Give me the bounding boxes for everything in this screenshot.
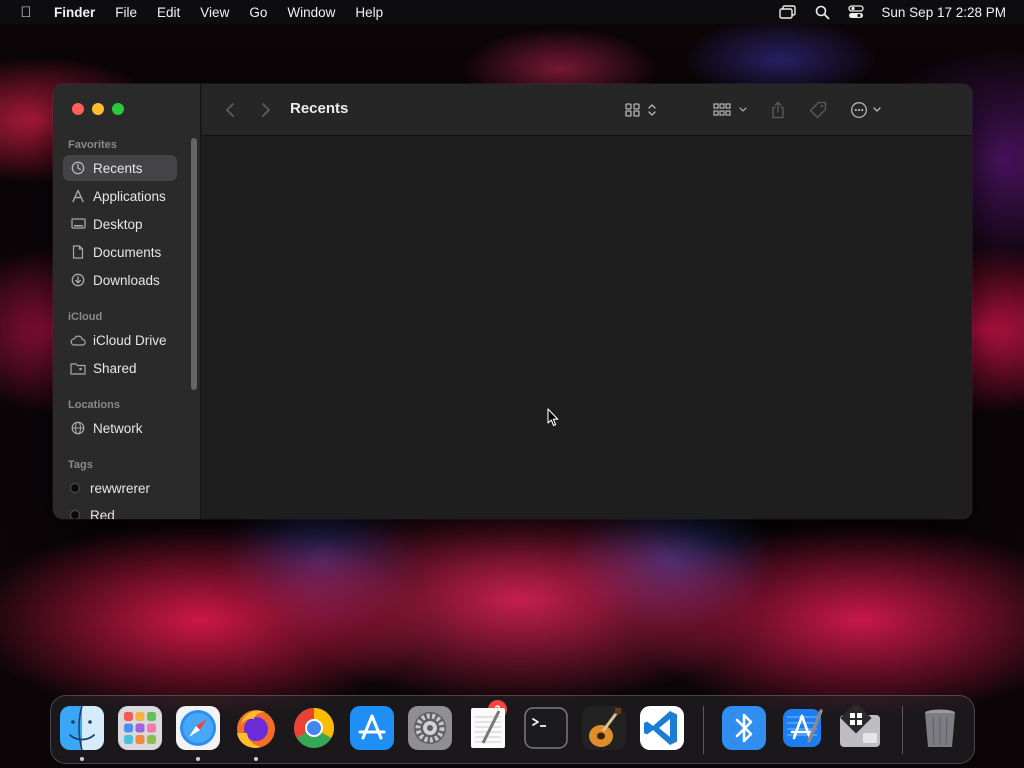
menu-help[interactable]: Help	[345, 5, 393, 20]
dock-app-store-icon[interactable]	[349, 705, 395, 751]
dock-launchpad-icon[interactable]	[117, 705, 163, 751]
running-indicator	[254, 757, 258, 761]
dock-safari-icon[interactable]	[175, 705, 221, 751]
menu-bar:  Finder File Edit View Go Window Help S…	[0, 0, 1024, 24]
menu-bar-clock[interactable]: Sun Sep 17 2:28 PM	[873, 5, 1024, 20]
dock-chrome-icon[interactable]	[291, 705, 337, 751]
minimize-button[interactable]	[92, 103, 104, 115]
dock-terminal-icon[interactable]	[523, 705, 569, 751]
document-icon	[70, 244, 86, 260]
forward-button[interactable]	[256, 100, 276, 120]
finder-sidebar: Favorites Recents Applications Desktop D…	[53, 84, 201, 519]
download-icon	[70, 272, 86, 288]
running-indicator	[196, 757, 200, 761]
dock-finder-icon[interactable]	[59, 705, 105, 751]
dock-vscode-icon[interactable]	[639, 705, 685, 751]
menu-view[interactable]: View	[190, 5, 239, 20]
sidebar-section-tags: Tags	[68, 459, 93, 471]
sidebar-item-desktop[interactable]: Desktop	[63, 211, 177, 237]
sidebar-item-label: Red	[90, 507, 115, 520]
sidebar-item-label: iCloud Drive	[93, 332, 167, 348]
dock-trash-icon[interactable]	[917, 705, 963, 751]
back-button[interactable]	[220, 100, 240, 120]
sidebar-scrollbar[interactable]	[191, 138, 197, 390]
applications-icon	[70, 188, 86, 204]
sidebar-item-shared[interactable]: Shared	[63, 355, 177, 381]
sidebar-item-label: Shared	[93, 360, 137, 376]
group-by-button[interactable]	[710, 98, 752, 122]
sidebar-item-icloud-drive[interactable]: iCloud Drive	[63, 327, 177, 353]
window-controls	[72, 103, 124, 115]
sidebar-section-locations: Locations	[68, 399, 120, 411]
finder-content-area[interactable]: Recents	[202, 84, 972, 519]
zoom-button[interactable]	[112, 103, 124, 115]
sidebar-section-favorites: Favorites	[68, 139, 117, 151]
sidebar-item-network[interactable]: Network	[63, 415, 177, 441]
finder-window: Favorites Recents Applications Desktop D…	[53, 84, 972, 519]
dock-boot-camp-icon[interactable]	[837, 705, 883, 751]
window-title: Recents	[290, 100, 349, 117]
dock-textedit-icon[interactable]	[465, 705, 511, 751]
sidebar-item-label: Applications	[93, 188, 166, 204]
dock-system-settings-icon[interactable]	[407, 705, 453, 751]
sidebar-item-label: Network	[93, 420, 143, 436]
sidebar-item-label: Recents	[93, 160, 143, 176]
globe-icon	[70, 420, 86, 436]
screen-mirroring-icon[interactable]	[771, 0, 805, 24]
dock-firefox-icon[interactable]	[233, 705, 279, 751]
menu-file[interactable]: File	[105, 5, 147, 20]
sidebar-item-label: Documents	[93, 244, 162, 260]
sidebar-section-icloud: iCloud	[68, 311, 103, 323]
dock: 2	[50, 695, 975, 764]
mouse-cursor-icon	[547, 408, 559, 432]
tag-color-dot	[70, 510, 80, 519]
sidebar-item-applications[interactable]: Applications	[63, 183, 177, 209]
apple-menu-icon[interactable]: 	[0, 4, 52, 21]
menu-window[interactable]: Window	[277, 5, 345, 20]
control-center-icon[interactable]	[839, 0, 873, 24]
desktop-icon	[70, 216, 86, 232]
sidebar-item-tag-red[interactable]: Red	[63, 502, 177, 519]
sidebar-item-recents[interactable]: Recents	[63, 155, 177, 181]
sidebar-item-documents[interactable]: Documents	[63, 239, 177, 265]
view-mode-button[interactable]	[622, 98, 662, 122]
menu-edit[interactable]: Edit	[147, 5, 190, 20]
clock-icon	[70, 160, 86, 176]
sidebar-item-tag-rewwrerer[interactable]: rewwrerer	[63, 475, 177, 501]
dock-separator	[703, 706, 704, 754]
dock-separator	[902, 706, 903, 754]
sidebar-item-label: Downloads	[93, 272, 160, 288]
dock-garageband-icon[interactable]	[581, 705, 627, 751]
tag-color-dot	[70, 483, 80, 493]
cloud-icon	[70, 332, 86, 348]
action-menu-button[interactable]	[848, 98, 888, 122]
share-button[interactable]	[768, 98, 788, 122]
shared-folder-icon	[70, 360, 86, 376]
sidebar-item-label: Desktop	[93, 216, 143, 232]
close-button[interactable]	[72, 103, 84, 115]
running-indicator	[80, 757, 84, 761]
menu-go[interactable]: Go	[239, 5, 277, 20]
spotlight-search-icon[interactable]	[805, 0, 839, 24]
dock-bluetooth-icon[interactable]	[721, 705, 767, 751]
tag-button[interactable]	[807, 98, 829, 122]
finder-toolbar: Recents	[202, 84, 972, 136]
sidebar-item-label: rewwrerer	[90, 480, 151, 496]
menu-app-finder[interactable]: Finder	[52, 5, 105, 20]
dock-xcode-icon[interactable]	[779, 705, 825, 751]
sidebar-item-downloads[interactable]: Downloads	[63, 267, 177, 293]
